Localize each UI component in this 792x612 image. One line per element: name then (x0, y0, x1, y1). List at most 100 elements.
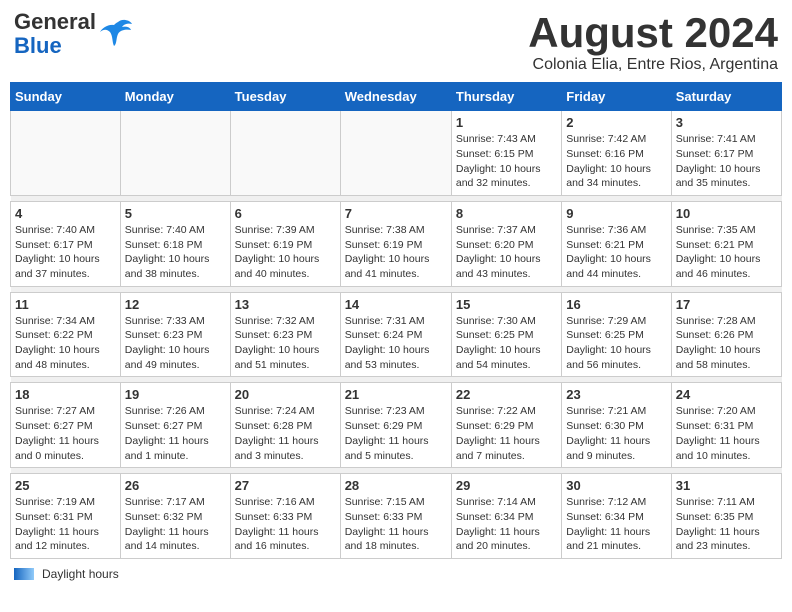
calendar-day-cell: 27Sunrise: 7:16 AM Sunset: 6:33 PM Dayli… (230, 474, 340, 559)
day-info: Sunrise: 7:43 AM Sunset: 6:15 PM Dayligh… (456, 132, 557, 191)
calendar-day-cell: 1 Sunrise: 7:43 AM Sunset: 6:15 PM Daylig… (451, 111, 561, 196)
day-info: Sunrise: 7:29 AM Sunset: 6:25 PM Dayligh… (566, 314, 666, 373)
day-info: Sunrise: 7:41 AM Sunset: 6:17 PM Dayligh… (676, 132, 777, 191)
day-info: Sunrise: 7:17 AM Sunset: 6:32 PM Dayligh… (125, 495, 226, 554)
calendar-day-cell: 4Sunrise: 7:40 AM Sunset: 6:17 PM Daylig… (11, 201, 121, 286)
calendar-day-cell: 25Sunrise: 7:19 AM Sunset: 6:31 PM Dayli… (11, 474, 121, 559)
calendar-day-cell: 6Sunrise: 7:39 AM Sunset: 6:19 PM Daylig… (230, 201, 340, 286)
day-number: 21 (345, 387, 447, 402)
calendar-day-cell: 18 Sunrise: 7:27 AM Sunset: 6:27 PM Dayli… (11, 383, 121, 468)
calendar-header-row: SundayMondayTuesdayWednesdayThursdayFrid… (11, 83, 782, 111)
day-info: Sunrise: 7:27 AM Sunset: 6:27 PM Dayligh… (15, 404, 116, 463)
day-number: 16 (566, 297, 666, 312)
calendar-day-cell: 31Sunrise: 7:11 AM Sunset: 6:35 PM Dayli… (671, 474, 781, 559)
day-number: 13 (235, 297, 336, 312)
day-info: Sunrise: 7:12 AM Sunset: 6:34 PM Dayligh… (566, 495, 666, 554)
weekday-header: Friday (562, 83, 671, 111)
calendar-week-row: 1 Sunrise: 7:43 AM Sunset: 6:15 PM Daylig… (11, 111, 782, 196)
day-number: 14 (345, 297, 447, 312)
day-info: Sunrise: 7:32 AM Sunset: 6:23 PM Dayligh… (235, 314, 336, 373)
month-title: August 2024 (528, 10, 778, 56)
calendar-day-cell: 9Sunrise: 7:36 AM Sunset: 6:21 PM Daylig… (562, 201, 671, 286)
day-number: 20 (235, 387, 336, 402)
day-number: 3 (676, 115, 777, 130)
day-number: 7 (345, 206, 447, 221)
day-number: 10 (676, 206, 777, 221)
calendar-week-row: 11 Sunrise: 7:34 AM Sunset: 6:22 PM Dayli… (11, 292, 782, 377)
day-number: 23 (566, 387, 666, 402)
day-info: Sunrise: 7:21 AM Sunset: 6:30 PM Dayligh… (566, 404, 666, 463)
day-number: 18 (15, 387, 116, 402)
logo-blue-text: Blue (14, 34, 96, 58)
calendar-day-cell: 21Sunrise: 7:23 AM Sunset: 6:29 PM Dayli… (340, 383, 451, 468)
calendar-week-row: 18 Sunrise: 7:27 AM Sunset: 6:27 PM Dayli… (11, 383, 782, 468)
weekday-header: Thursday (451, 83, 561, 111)
calendar-day-cell: 26 Sunrise: 7:17 AM Sunset: 6:32 PM Dayli… (120, 474, 230, 559)
calendar-day-cell: 29Sunrise: 7:14 AM Sunset: 6:34 PM Dayli… (451, 474, 561, 559)
weekday-header: Wednesday (340, 83, 451, 111)
day-info: Sunrise: 7:28 AM Sunset: 6:26 PM Dayligh… (676, 314, 777, 373)
day-number: 1 (456, 115, 557, 130)
day-number: 11 (15, 297, 116, 312)
day-info: Sunrise: 7:24 AM Sunset: 6:28 PM Dayligh… (235, 404, 336, 463)
calendar-table: SundayMondayTuesdayWednesdayThursdayFrid… (10, 82, 782, 559)
calendar-day-cell: 15Sunrise: 7:30 AM Sunset: 6:25 PM Dayli… (451, 292, 561, 377)
day-info: Sunrise: 7:26 AM Sunset: 6:27 PM Dayligh… (125, 404, 226, 463)
calendar-day-cell: 24Sunrise: 7:20 AM Sunset: 6:31 PM Dayli… (671, 383, 781, 468)
day-number: 28 (345, 478, 447, 493)
day-number: 2 (566, 115, 666, 130)
day-number: 26 (125, 478, 226, 493)
header: General Blue August 2024 Colonia Elia, E… (10, 10, 782, 74)
calendar-day-cell: 30 Sunrise: 7:12 AM Sunset: 6:34 PM Dayli… (562, 474, 671, 559)
day-number: 9 (566, 206, 666, 221)
calendar-day-cell: 3 Sunrise: 7:41 AM Sunset: 6:17 PM Daylig… (671, 111, 781, 196)
calendar-week-row: 25Sunrise: 7:19 AM Sunset: 6:31 PM Dayli… (11, 474, 782, 559)
calendar-day-cell: 28 Sunrise: 7:15 AM Sunset: 6:33 PM Dayli… (340, 474, 451, 559)
day-info: Sunrise: 7:35 AM Sunset: 6:21 PM Dayligh… (676, 223, 777, 282)
weekday-header: Saturday (671, 83, 781, 111)
day-info: Sunrise: 7:38 AM Sunset: 6:19 PM Dayligh… (345, 223, 447, 282)
logo-bird-icon (98, 14, 134, 50)
day-info: Sunrise: 7:15 AM Sunset: 6:33 PM Dayligh… (345, 495, 447, 554)
daylight-legend-bar (14, 568, 34, 580)
day-info: Sunrise: 7:33 AM Sunset: 6:23 PM Dayligh… (125, 314, 226, 373)
weekday-header: Sunday (11, 83, 121, 111)
day-number: 22 (456, 387, 557, 402)
calendar-week-row: 4Sunrise: 7:40 AM Sunset: 6:17 PM Daylig… (11, 201, 782, 286)
day-info: Sunrise: 7:31 AM Sunset: 6:24 PM Dayligh… (345, 314, 447, 373)
day-number: 24 (676, 387, 777, 402)
day-info: Sunrise: 7:34 AM Sunset: 6:22 PM Dayligh… (15, 314, 116, 373)
day-number: 5 (125, 206, 226, 221)
day-info: Sunrise: 7:19 AM Sunset: 6:31 PM Dayligh… (15, 495, 116, 554)
calendar-day-cell: 23 Sunrise: 7:21 AM Sunset: 6:30 PM Dayli… (562, 383, 671, 468)
day-info: Sunrise: 7:37 AM Sunset: 6:20 PM Dayligh… (456, 223, 557, 282)
day-number: 15 (456, 297, 557, 312)
day-info: Sunrise: 7:11 AM Sunset: 6:35 PM Dayligh… (676, 495, 777, 554)
day-number: 17 (676, 297, 777, 312)
day-info: Sunrise: 7:16 AM Sunset: 6:33 PM Dayligh… (235, 495, 336, 554)
calendar-day-cell: 2Sunrise: 7:42 AM Sunset: 6:16 PM Daylig… (562, 111, 671, 196)
calendar-day-cell (11, 111, 121, 196)
logo: General Blue (14, 10, 134, 58)
calendar-day-cell: 8Sunrise: 7:37 AM Sunset: 6:20 PM Daylig… (451, 201, 561, 286)
calendar-day-cell (120, 111, 230, 196)
calendar-day-cell: 19 Sunrise: 7:26 AM Sunset: 6:27 PM Dayli… (120, 383, 230, 468)
day-number: 6 (235, 206, 336, 221)
calendar-day-cell: 13 Sunrise: 7:32 AM Sunset: 6:23 PM Dayli… (230, 292, 340, 377)
day-number: 12 (125, 297, 226, 312)
day-info: Sunrise: 7:22 AM Sunset: 6:29 PM Dayligh… (456, 404, 557, 463)
daylight-label: Daylight hours (42, 567, 119, 581)
weekday-header: Monday (120, 83, 230, 111)
calendar-day-cell: 14 Sunrise: 7:31 AM Sunset: 6:24 PM Dayli… (340, 292, 451, 377)
weekday-header: Tuesday (230, 83, 340, 111)
title-area: August 2024 Colonia Elia, Entre Rios, Ar… (528, 10, 778, 74)
calendar-day-cell (340, 111, 451, 196)
location-title: Colonia Elia, Entre Rios, Argentina (528, 56, 778, 74)
day-info: Sunrise: 7:14 AM Sunset: 6:34 PM Dayligh… (456, 495, 557, 554)
day-number: 30 (566, 478, 666, 493)
footer: Daylight hours (10, 567, 782, 581)
day-number: 19 (125, 387, 226, 402)
calendar-day-cell: 12 Sunrise: 7:33 AM Sunset: 6:23 PM Dayli… (120, 292, 230, 377)
calendar-body: 1 Sunrise: 7:43 AM Sunset: 6:15 PM Daylig… (11, 111, 782, 559)
calendar-day-cell: 16 Sunrise: 7:29 AM Sunset: 6:25 PM Dayli… (562, 292, 671, 377)
